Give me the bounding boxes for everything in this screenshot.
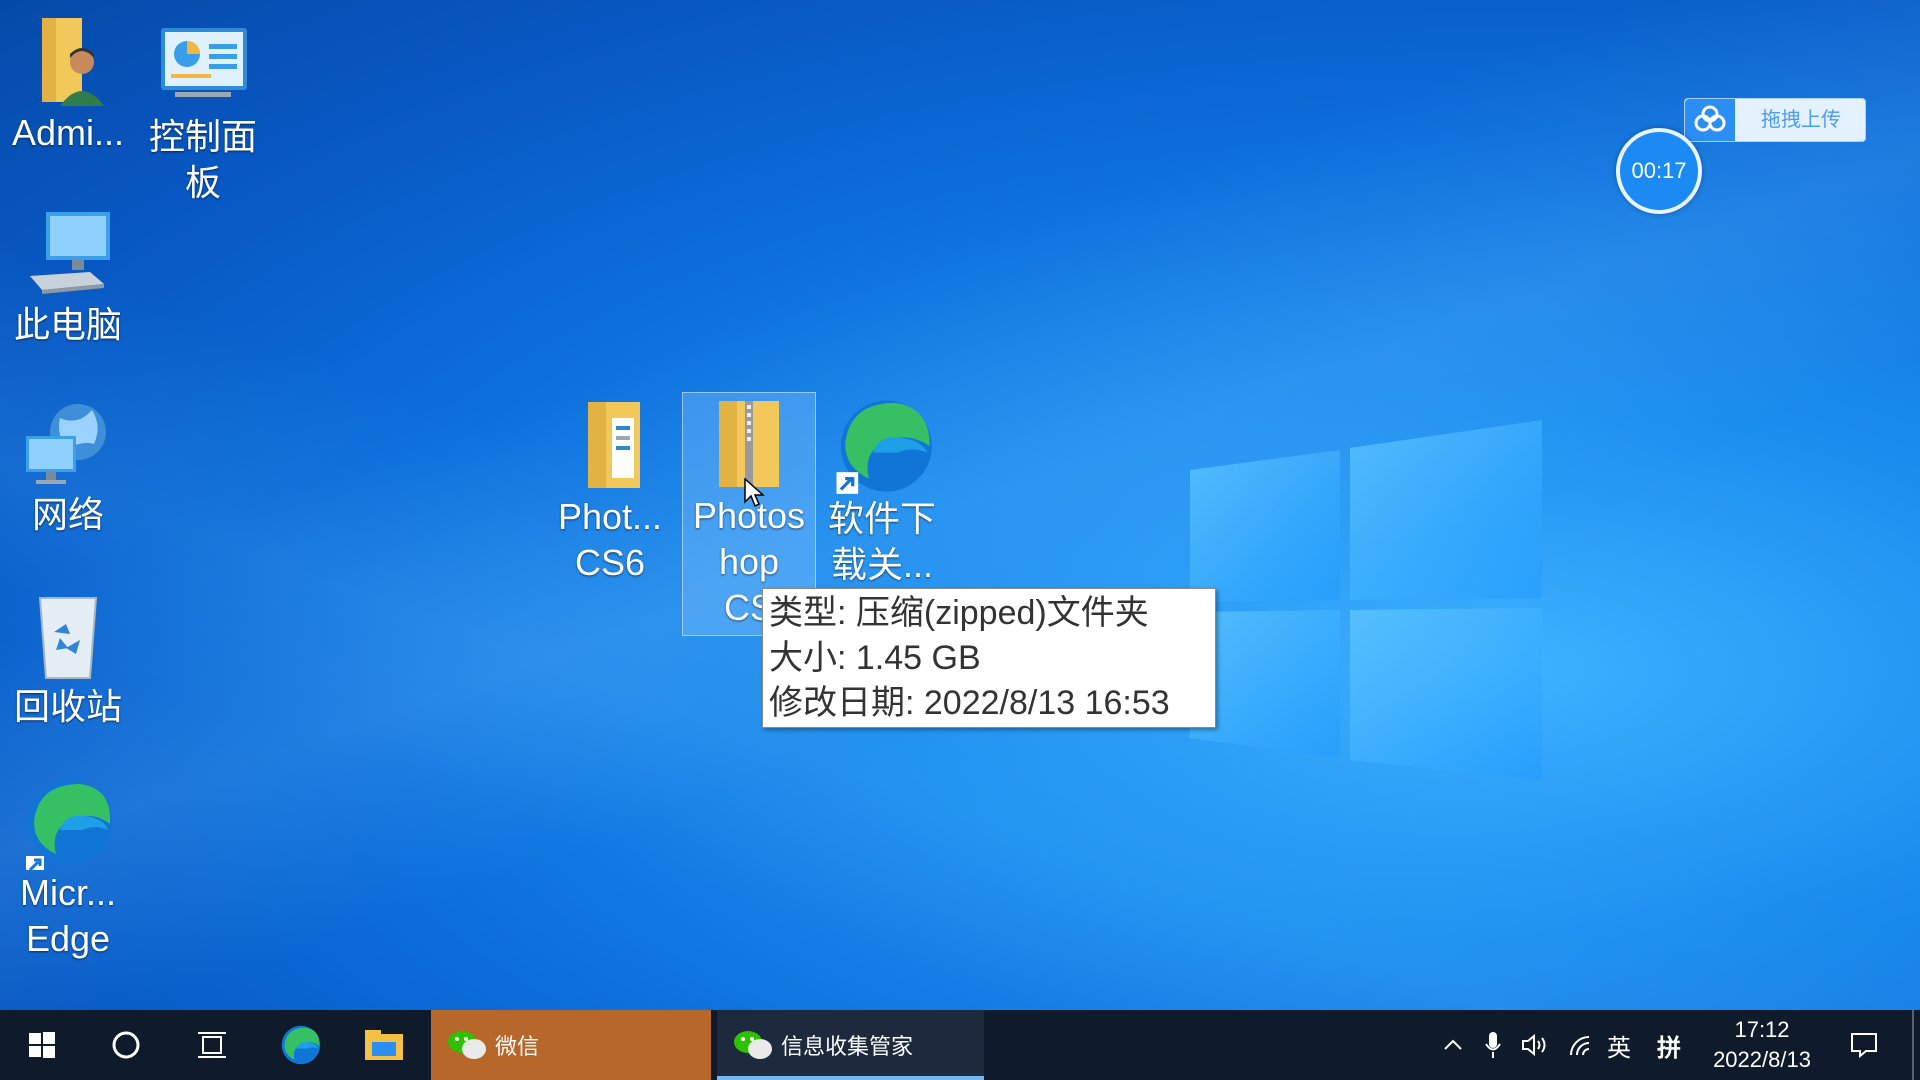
show-desktop-button[interactable] <box>1912 1010 1914 1080</box>
search-circle-icon <box>112 1031 140 1059</box>
tooltip-size: 大小: 1.45 GB <box>769 639 981 677</box>
taskbar-app-label: 信息收集管家 <box>781 1034 914 1059</box>
desktop-icon-label: Micr... Edge <box>20 872 116 959</box>
tray-network-button[interactable] <box>1562 1010 1600 1080</box>
wechat-icon <box>448 1031 486 1059</box>
tray-show-hidden-button[interactable] <box>1436 1010 1470 1080</box>
user-folder-icon <box>42 18 104 106</box>
wechat-icon <box>734 1031 772 1059</box>
notification-icon <box>1851 1033 1877 1058</box>
taskbar-app-wechat[interactable]: 微信 <box>431 1010 711 1080</box>
clock-date: 2022/8/13 <box>1713 1047 1811 1072</box>
desktop-icon-label: 回收站 <box>13 686 122 727</box>
desktop-icon-label: Admi... <box>11 112 125 153</box>
file-explorer-icon <box>365 1030 403 1060</box>
computer-icon <box>30 212 110 294</box>
desktop-icon-recycle-bin[interactable]: 回收站 <box>8 588 128 730</box>
desktop-icon-photoshop-cs6-folder[interactable]: Phot... CS6 <box>550 398 670 586</box>
tooltip-date: 修改日期: 2022/8/13 16:53 <box>769 684 1170 722</box>
recycle-bin-icon <box>38 597 98 679</box>
desktop-icon-control-panel[interactable]: 控制面 板 <box>143 18 263 206</box>
taskbar-clock[interactable]: 17:12 2022/8/13 <box>1695 1010 1829 1080</box>
desktop-icon-this-pc[interactable]: 此电脑 <box>8 206 128 348</box>
desktop-icon-software-download[interactable]: 软件下 载关... <box>822 392 942 588</box>
speaker-icon <box>1522 1033 1546 1057</box>
desktop-icon-label: 控制面 板 <box>148 116 257 203</box>
wifi-icon <box>1570 1036 1590 1056</box>
network-icon <box>26 404 106 484</box>
action-center-button[interactable] <box>1842 1010 1886 1080</box>
task-view-button[interactable] <box>182 1010 242 1080</box>
tooltip-type: 类型: 压缩(zipped)文件夹 <box>769 594 1149 632</box>
mouse-cursor-icon <box>744 478 765 508</box>
recording-timer[interactable]: 00:17 <box>1616 128 1702 214</box>
taskbar-app-label: 微信 <box>495 1034 540 1059</box>
taskbar-file-explorer-button[interactable] <box>352 1010 416 1080</box>
desktop-icon-label: 此电脑 <box>13 304 122 345</box>
file-tooltip: 类型: 压缩(zipped)文件夹 大小: 1.45 GB 修改日期: 2022… <box>762 588 1216 728</box>
windows-start-icon <box>29 1032 55 1058</box>
windows-wallpaper-logo <box>1190 420 1542 780</box>
task-view-icon <box>198 1032 226 1058</box>
desktop-icon-label: 软件下 载关... <box>827 498 936 585</box>
desktop-icon-administrator[interactable]: Admi... <box>8 14 128 156</box>
taskbar-app-info-collector[interactable]: 信息收集管家 <box>717 1010 984 1080</box>
tray-ime-button[interactable]: 拼 <box>1652 1010 1686 1080</box>
drag-upload-widget[interactable]: 拖拽上传 <box>1684 98 1866 142</box>
taskbar-edge-button[interactable] <box>268 1010 332 1080</box>
folder-icon <box>588 402 640 488</box>
desktop-icon-edge[interactable]: Micr... Edge <box>8 774 128 962</box>
tray-volume-button[interactable] <box>1516 1010 1554 1080</box>
cloud-icon <box>1685 99 1735 141</box>
taskbar: 微信 信息收集管家 英 拼 17:12 2022/8/13 <box>0 1010 1920 1080</box>
clock-time: 17:12 <box>1734 1017 1790 1042</box>
drag-upload-label: 拖拽上传 <box>1761 109 1841 131</box>
start-button[interactable] <box>12 1010 72 1080</box>
control-panel-icon <box>161 28 247 97</box>
tray-microphone-button[interactable] <box>1476 1010 1510 1080</box>
search-button[interactable] <box>96 1010 156 1080</box>
desktop-icon-label: Phot... CS6 <box>557 496 663 583</box>
active-app-underline <box>717 1076 984 1080</box>
desktop-icon-label: 网络 <box>31 494 104 535</box>
desktop-icon-network[interactable]: 网络 <box>8 396 128 538</box>
edge-icon <box>281 1025 321 1065</box>
edge-shortcut-icon <box>836 400 932 494</box>
edge-icon <box>26 780 112 870</box>
tray-language-button[interactable]: 英 <box>1602 1010 1636 1080</box>
microphone-icon <box>1485 1032 1501 1058</box>
chevron-up-icon <box>1444 1039 1462 1050</box>
